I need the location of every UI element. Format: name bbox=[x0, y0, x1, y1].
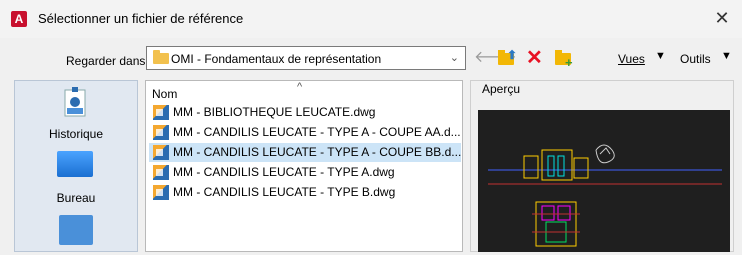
file-name: MM - BIBLIOTHEQUE LEUCATE.dwg bbox=[173, 105, 376, 119]
tools-menu[interactable]: Outils bbox=[680, 52, 711, 66]
file-item[interactable]: MM - CANDILIS LEUCATE - TYPE A.dwg bbox=[149, 163, 461, 182]
look-in-label: Regarder dans: bbox=[66, 54, 149, 68]
file-name: MM - CANDILIS LEUCATE - TYPE A - COUPE A… bbox=[173, 125, 461, 139]
file-item[interactable]: MM - BIBLIOTHEQUE LEUCATE.dwg bbox=[149, 103, 461, 122]
window-title: Sélectionner un fichier de référence bbox=[38, 11, 244, 26]
views-label: Vues bbox=[618, 52, 645, 66]
look-in-dropdown[interactable]: OMI - Fondamentaux de représentation ⌄ bbox=[146, 46, 466, 70]
place-history[interactable]: Historique bbox=[15, 81, 137, 145]
file-list: ^ Nom MM - BIBLIOTHEQUE LEUCATE.dwg MM -… bbox=[145, 80, 463, 252]
views-caret-icon[interactable]: ▼ bbox=[655, 50, 666, 62]
tools-label: Outils bbox=[680, 52, 711, 66]
tools-caret-icon[interactable]: ▼ bbox=[721, 50, 732, 62]
drawing-preview bbox=[488, 144, 722, 247]
folder-icon bbox=[153, 50, 169, 64]
dwg-file-icon bbox=[153, 145, 169, 160]
autocad-app-icon: A bbox=[11, 11, 27, 27]
column-header-name[interactable]: Nom bbox=[152, 87, 177, 101]
dwg-file-icon bbox=[153, 185, 169, 200]
history-icon bbox=[64, 87, 86, 117]
dwg-file-icon bbox=[153, 125, 169, 140]
file-name: MM - CANDILIS LEUCATE - TYPE B.dwg bbox=[173, 185, 396, 199]
file-name: MM - CANDILIS LEUCATE - TYPE A.dwg bbox=[173, 165, 395, 179]
sort-ascending-icon[interactable]: ^ bbox=[297, 81, 302, 93]
place-documents[interactable] bbox=[15, 209, 137, 253]
title-bar: A Sélectionner un fichier de référence ✕ bbox=[0, 0, 742, 38]
file-item[interactable]: MM - CANDILIS LEUCATE - TYPE A - COUPE A… bbox=[149, 123, 461, 142]
dwg-file-icon bbox=[153, 105, 169, 120]
place-desktop[interactable]: Bureau bbox=[15, 145, 137, 209]
look-in-value: OMI - Fondamentaux de représentation bbox=[171, 52, 382, 66]
place-history-label: Historique bbox=[48, 127, 104, 141]
up-folder-icon[interactable]: ⬆ bbox=[496, 48, 518, 68]
delete-icon[interactable]: ✕ bbox=[526, 48, 544, 68]
dwg-file-icon bbox=[153, 165, 169, 180]
desktop-icon bbox=[57, 151, 93, 177]
file-name: MM - CANDILIS LEUCATE - TYPE A - COUPE B… bbox=[173, 145, 462, 159]
place-desktop-label: Bureau bbox=[56, 191, 96, 205]
close-icon[interactable]: ✕ bbox=[712, 8, 732, 29]
back-arrow-icon[interactable]: 🡐 bbox=[474, 48, 517, 68]
file-item-selected[interactable]: MM - CANDILIS LEUCATE - TYPE A - COUPE B… bbox=[149, 143, 461, 162]
documents-icon bbox=[59, 215, 93, 245]
new-folder-icon[interactable]: + bbox=[553, 48, 575, 69]
chevron-down-icon: ⌄ bbox=[449, 52, 459, 64]
preview-label: Aperçu bbox=[480, 82, 523, 96]
views-menu[interactable]: Vues bbox=[618, 52, 645, 66]
preview-pane bbox=[478, 110, 730, 252]
file-item[interactable]: MM - CANDILIS LEUCATE - TYPE B.dwg bbox=[149, 183, 461, 202]
places-sidebar: Historique Bureau bbox=[14, 80, 138, 252]
